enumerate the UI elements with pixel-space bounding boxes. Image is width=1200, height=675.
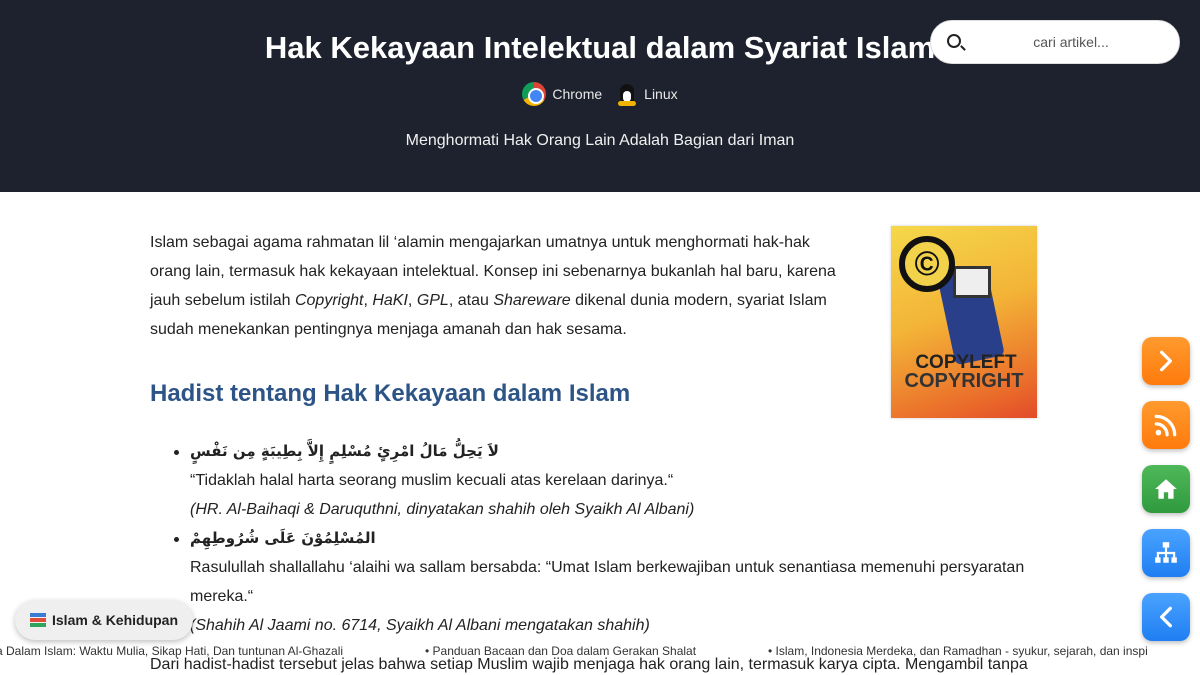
monitor-shape	[953, 266, 991, 298]
sitemap-button[interactable]	[1142, 529, 1190, 577]
next-article-button[interactable]	[1142, 337, 1190, 385]
browser-badges: Chrome Linux	[0, 82, 1200, 106]
chrome-label: Chrome	[552, 86, 603, 102]
rss-button[interactable]	[1142, 401, 1190, 449]
books-icon	[30, 613, 46, 627]
translation-text: Rasulullah shallallahu ‘alaihi wa sallam…	[190, 559, 1025, 605]
list-item: لاَ يَحِلُّ مَالُ امْرِئٍ مُسْلِمٍ إِلاَ…	[170, 437, 1030, 524]
image-text-copyright: COPYRIGHT	[904, 370, 1024, 392]
page-subtitle: Menghormati Hak Orang Lain Adalah Bagian…	[405, 132, 795, 149]
rss-icon	[1154, 414, 1177, 437]
home-button[interactable]	[1142, 465, 1190, 513]
translation-text: “Tidaklah halal harta seorang muslim kec…	[190, 472, 674, 489]
search-box[interactable]	[930, 20, 1180, 64]
arabic-text: لاَ يَحِلُّ مَالُ امْرِئٍ مُسْلِمٍ إِلاَ…	[190, 442, 499, 460]
intro-paragraph: Islam sebagai agama rahmatan lil ‘alamin…	[150, 234, 836, 338]
list-item: المُسْلِمُوْنَ عَلَى شُرُوطِهِمْ Rasulul…	[170, 524, 1030, 640]
hadist-list: لاَ يَحِلُّ مَالُ امْرِئٍ مُسْلِمٍ إِلاَ…	[170, 437, 1030, 640]
term-haki: HaKI	[372, 292, 408, 309]
copyright-icon: ©	[899, 236, 955, 292]
copyleft-copyright-image: © COPYLEFT COPYRIGHT	[891, 226, 1037, 418]
linux-badge: Linux	[616, 82, 678, 106]
category-chip[interactable]: Islam & Kehidupan	[15, 600, 194, 640]
previous-article-button[interactable]	[1142, 593, 1190, 641]
chrome-badge: Chrome	[522, 82, 602, 106]
source-text: (HR. Al-Baihaqi & Daruquthni, dinyatakan…	[190, 501, 695, 518]
category-label: Islam & Kehidupan	[52, 612, 179, 628]
closing-paragraph: Dari hadist-hadist tersebut jelas bahwa …	[150, 656, 1028, 673]
term-copyright: Copyright	[294, 292, 364, 309]
sitemap-icon	[1155, 542, 1177, 563]
chrome-icon	[522, 82, 547, 106]
tux-icon	[616, 82, 638, 106]
chevron-left-icon	[1160, 606, 1172, 628]
section-heading: Hadist tentang Hak Kekayaan dalam Islam	[150, 380, 631, 407]
home-icon	[1155, 479, 1177, 499]
search-input[interactable]	[971, 21, 1171, 63]
arabic-text: المُسْلِمُوْنَ عَلَى شُرُوطِهِمْ	[190, 529, 376, 547]
search-icon[interactable]	[947, 34, 961, 48]
source-text: (Shahih Al Jaami no. 6714, Syaikh Al Alb…	[190, 617, 650, 634]
term-shareware: Shareware	[493, 292, 571, 309]
term-gpl: GPL	[416, 292, 449, 309]
linux-label: Linux	[644, 86, 678, 102]
chevron-right-icon	[1160, 350, 1172, 372]
